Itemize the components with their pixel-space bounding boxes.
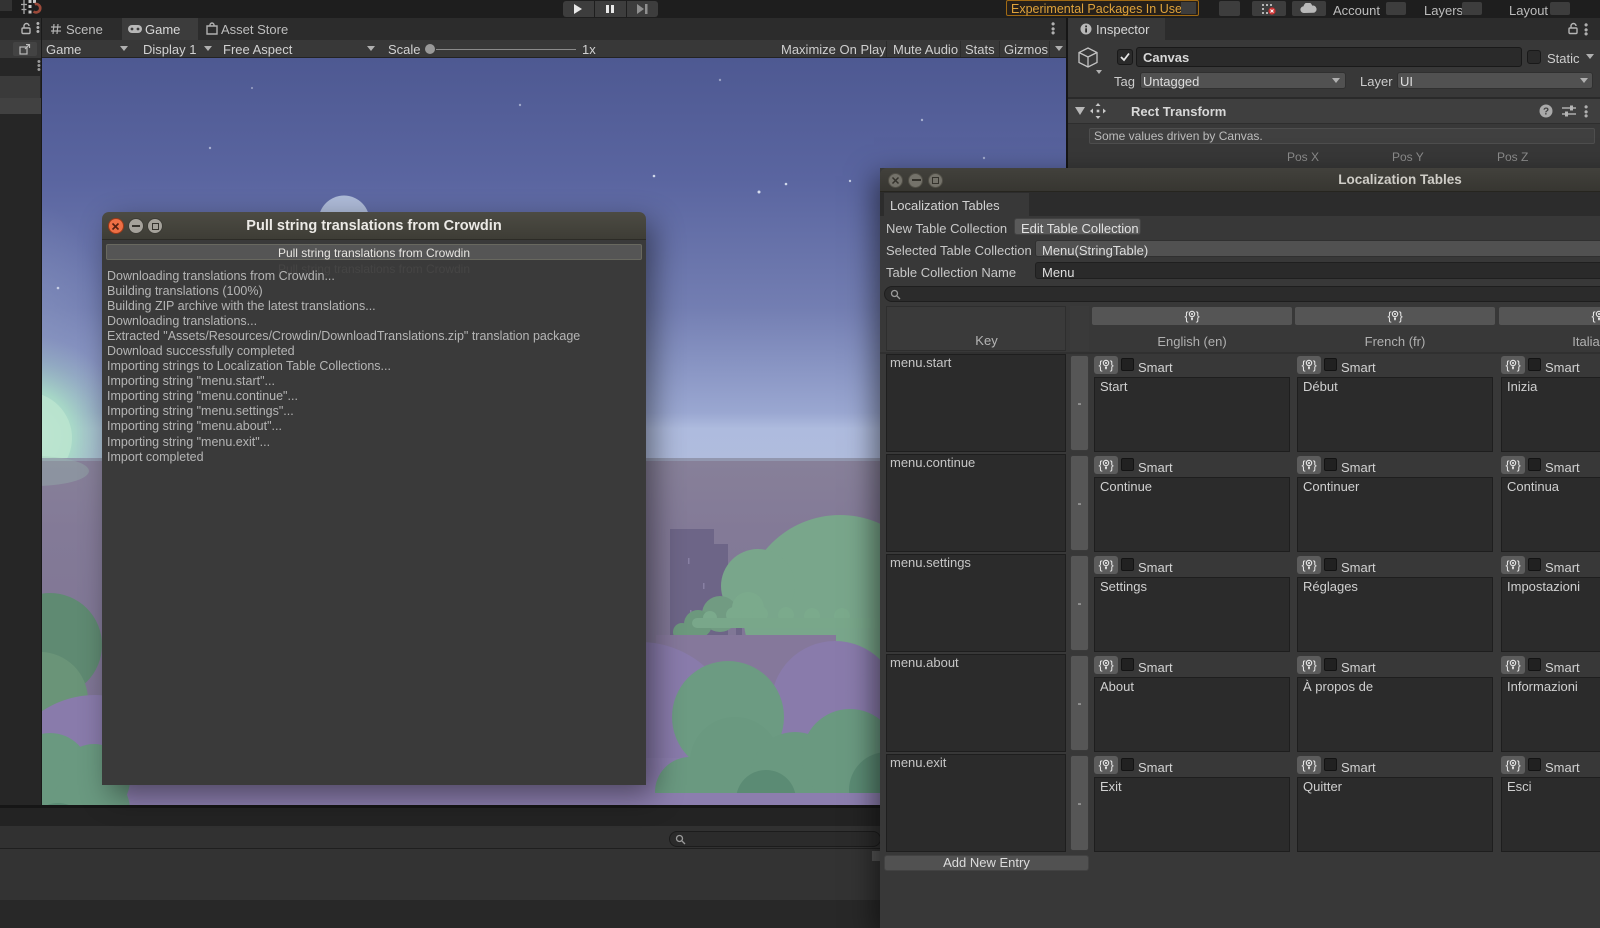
svg-text:}: }	[1110, 558, 1114, 572]
svg-text:}: }	[1313, 358, 1317, 372]
svg-text:?: ?	[1543, 107, 1549, 118]
svg-text:}: }	[1313, 458, 1317, 472]
svg-text:{: {	[1506, 458, 1510, 472]
svg-text:{: {	[1185, 309, 1189, 323]
svg-text:{: {	[1506, 658, 1510, 672]
svg-text:{: {	[1099, 658, 1103, 672]
svg-text:{: {	[1099, 758, 1103, 772]
svg-text:}: }	[1110, 758, 1114, 772]
svg-text:}: }	[1110, 458, 1114, 472]
svg-text:{: {	[1506, 558, 1510, 572]
svg-text:}: }	[1399, 309, 1403, 323]
svg-text:{: {	[1506, 758, 1510, 772]
svg-text:}: }	[1517, 358, 1521, 372]
svg-text:}: }	[1110, 658, 1114, 672]
svg-text:{: {	[1302, 458, 1306, 472]
svg-text:{: {	[1302, 758, 1306, 772]
svg-text:{: {	[1099, 358, 1103, 372]
svg-text:}: }	[1313, 658, 1317, 672]
svg-text:{: {	[1302, 658, 1306, 672]
svg-text:{: {	[1388, 309, 1392, 323]
svg-text:{: {	[1099, 458, 1103, 472]
svg-text:}: }	[1517, 758, 1521, 772]
svg-text:{: {	[1302, 358, 1306, 372]
svg-text:}: }	[1517, 458, 1521, 472]
svg-text:{: {	[1302, 558, 1306, 572]
svg-text:}: }	[1517, 558, 1521, 572]
svg-text:}: }	[1313, 758, 1317, 772]
svg-text:}: }	[1110, 358, 1114, 372]
svg-text:{: {	[1592, 309, 1596, 323]
svg-text:{: {	[1506, 358, 1510, 372]
svg-text:}: }	[1517, 658, 1521, 672]
svg-text:{: {	[1099, 558, 1103, 572]
svg-text:}: }	[1196, 309, 1200, 323]
svg-text:}: }	[1313, 558, 1317, 572]
